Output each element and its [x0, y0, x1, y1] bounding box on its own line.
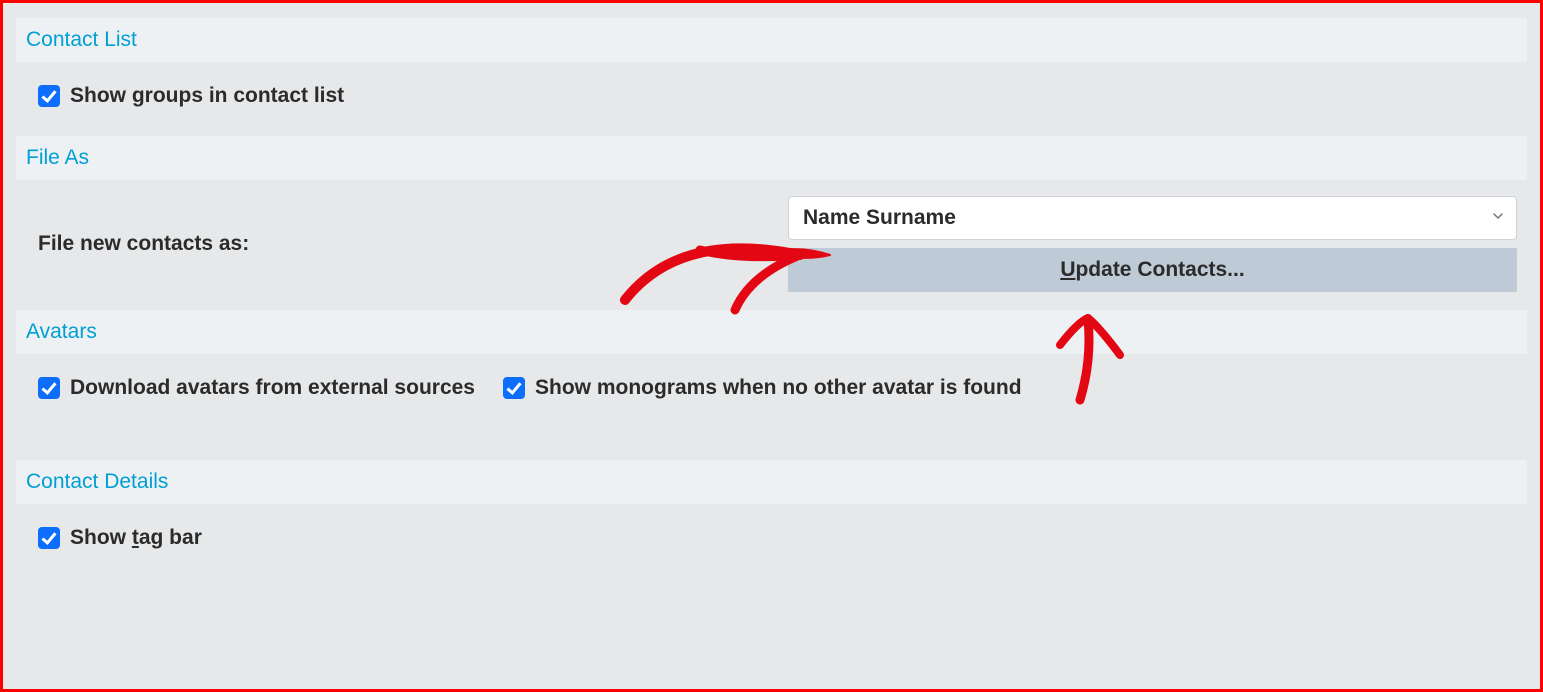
chevron-down-icon — [1492, 209, 1504, 227]
section-body-contact-list: Show groups in contact list — [16, 62, 1527, 136]
section-body-contact-details: Show tag bar — [16, 504, 1527, 578]
section-header-contact-details: Contact Details — [16, 460, 1527, 504]
section-title-file-as: File As — [26, 146, 89, 169]
section-title-avatars: Avatars — [26, 320, 97, 343]
label-show-monograms[interactable]: Show monograms when no other avatar is f… — [535, 376, 1022, 400]
checkbox-show-groups[interactable] — [38, 85, 60, 107]
section-title-contact-list: Contact List — [26, 28, 137, 51]
section-title-contact-details: Contact Details — [26, 470, 168, 493]
update-button-accesskey: U — [1060, 258, 1075, 281]
update-contacts-button[interactable]: Update Contacts... — [788, 248, 1517, 292]
label-file-new-contacts-as: File new contacts as: — [38, 232, 778, 256]
label-show-groups[interactable]: Show groups in contact list — [70, 84, 344, 108]
section-header-avatars: Avatars — [16, 310, 1527, 354]
section-body-file-as: File new contacts as: Name Surname Updat… — [16, 180, 1527, 302]
checkbox-show-monograms[interactable] — [503, 377, 525, 399]
section-body-avatars: Download avatars from external sources S… — [16, 354, 1527, 460]
checkbox-download-avatars[interactable] — [38, 377, 60, 399]
section-header-contact-list: Contact List — [16, 18, 1527, 62]
label-show-tag-bar[interactable]: Show tag bar — [70, 526, 202, 550]
section-header-file-as: File As — [16, 136, 1527, 180]
select-file-as-value: Name Surname — [803, 206, 956, 230]
label-download-avatars[interactable]: Download avatars from external sources — [70, 376, 475, 400]
update-button-rest: pdate Contacts... — [1075, 258, 1244, 281]
select-file-as-format[interactable]: Name Surname — [788, 196, 1517, 240]
checkbox-show-tag-bar[interactable] — [38, 527, 60, 549]
